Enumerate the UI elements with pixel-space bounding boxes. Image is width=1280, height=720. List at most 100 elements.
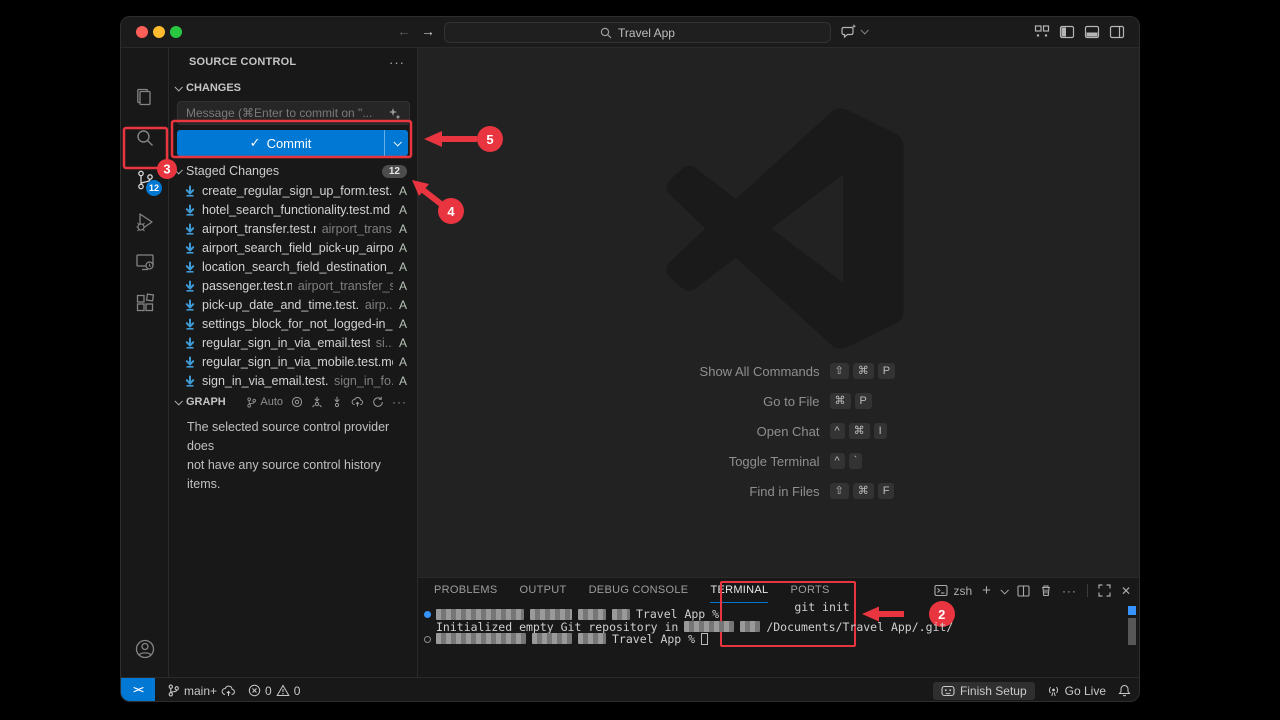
commit-message-input[interactable]: Message (⌘Enter to commit on "... (177, 101, 410, 125)
shortcut-keys: ⇧⌘F (830, 483, 980, 499)
errors-icon (248, 684, 261, 697)
command-decoration-circle (424, 636, 431, 643)
commit-button-label: Commit (267, 136, 312, 151)
staged-file-row[interactable]: regular_sign_in_via_email.test.md si... … (169, 333, 417, 352)
key-cap: I (874, 423, 887, 439)
copilot-menu[interactable] (841, 23, 867, 39)
panel-tab[interactable]: OUTPUT (520, 578, 567, 603)
branch-status-item[interactable]: main+ (167, 684, 236, 698)
git-output-suffix: /Documents/Travel App/.git/ (766, 620, 953, 634)
staged-file-row[interactable]: settings_block_for_not_logged-in_u... A (169, 314, 417, 333)
commit-dropdown-button[interactable] (384, 130, 408, 156)
nav-back-icon[interactable]: ← (397, 23, 411, 39)
minimize-traffic-light[interactable] (153, 26, 165, 38)
file-path-hint: airp... (365, 298, 393, 312)
file-name: sign_in_via_email.test.md (202, 374, 328, 388)
file-status-added: A (399, 184, 407, 198)
refresh-icon[interactable] (372, 396, 384, 408)
staged-file-row[interactable]: regular_sign_in_via_mobile.test.md... A (169, 352, 417, 371)
terminal-cursor (701, 633, 708, 645)
chevron-down-icon (393, 138, 401, 146)
close-panel-icon[interactable]: ✕ (1121, 584, 1131, 598)
go-live-button[interactable]: Go Live (1047, 684, 1106, 698)
file-download-arrow-icon (184, 280, 196, 292)
file-name: regular_sign_in_via_mobile.test.md... (202, 355, 393, 369)
graph-auto-toggle[interactable]: Auto (246, 396, 283, 408)
run-debug-icon[interactable] (133, 210, 157, 234)
problems-status-item[interactable]: 0 0 (248, 684, 300, 698)
staged-file-row[interactable]: pick-up_date_and_time.test.md airp... A (169, 295, 417, 314)
scm-count-badge: 12 (146, 180, 162, 196)
notifications-bell-icon[interactable] (1118, 684, 1131, 698)
graph-section-header[interactable]: GRAPH Auto ··· (169, 392, 417, 412)
vscode-logo-watermark (661, 106, 904, 351)
terminal-overview-mark (1128, 606, 1136, 615)
finish-setup-button[interactable]: Finish Setup (933, 682, 1035, 700)
key-cap: F (878, 483, 895, 499)
cloud-push-icon[interactable] (351, 396, 364, 408)
toggle-primary-sidebar-icon[interactable] (1059, 24, 1075, 40)
search-sidebar-icon[interactable] (133, 126, 157, 150)
file-download-arrow-icon (184, 356, 196, 368)
staged-changes-header[interactable]: Staged Changes 12 (169, 161, 417, 181)
changes-section-header[interactable]: CHANGES (169, 78, 417, 98)
pull-icon[interactable] (331, 396, 343, 408)
graph-more-icon[interactable]: ··· (392, 395, 407, 409)
sparkle-icon[interactable] (388, 107, 401, 120)
close-traffic-light[interactable] (136, 26, 148, 38)
kill-terminal-trash-icon[interactable] (1040, 584, 1052, 597)
file-download-arrow-icon (184, 242, 196, 254)
customize-layout-icon[interactable] (1034, 24, 1050, 40)
remote-explorer-icon[interactable] (133, 250, 157, 274)
more-actions-icon[interactable]: ··· (389, 55, 405, 70)
file-download-arrow-icon (184, 299, 196, 311)
redacted-prompt (578, 633, 606, 644)
search-text: Travel App (618, 26, 675, 40)
staged-file-row[interactable]: create_regular_sign_up_form.test.md A (169, 181, 417, 200)
key-cap: ` (849, 453, 863, 469)
terminal-icon (934, 584, 948, 597)
panel-more-actions-icon[interactable]: ··· (1062, 584, 1077, 598)
redacted-prompt (436, 609, 524, 620)
staged-file-row[interactable]: sign_in_via_email.test.md sign_in_fo... … (169, 371, 417, 390)
search-icon (600, 27, 612, 39)
redacted-prompt (530, 609, 572, 620)
source-control-icon[interactable]: 12 (133, 168, 157, 192)
staged-file-row[interactable]: airport_search_field_pick-up_airpor... A (169, 238, 417, 257)
shortcut-row: Open Chat ^⌘I (580, 420, 980, 442)
file-status-added: A (399, 203, 407, 217)
editor-welcome-area: Show All Commands ⇧⌘P Go to File ⌘P Open… (418, 48, 1140, 577)
commit-button[interactable]: ✓ Commit (177, 130, 408, 156)
chevron-down-icon[interactable] (1000, 586, 1008, 594)
toggle-panel-icon[interactable] (1084, 24, 1100, 40)
file-name: settings_block_for_not_logged-in_u... (202, 317, 393, 331)
file-status-added: A (399, 317, 407, 331)
chevron-down-icon (174, 166, 182, 174)
staged-file-row[interactable]: passenger.test.md airport_transfer_s... … (169, 276, 417, 295)
staged-file-row[interactable]: location_search_field_destination_l... A (169, 257, 417, 276)
explorer-icon[interactable] (133, 86, 157, 110)
terminal-content[interactable]: Travel App % git init 2 Initialized empt… (418, 605, 1123, 675)
panel-tab[interactable]: PROBLEMS (434, 578, 498, 603)
extensions-icon[interactable] (133, 291, 157, 315)
command-center-search[interactable]: Travel App (444, 22, 831, 43)
chevron-down-icon (860, 26, 868, 34)
file-status-added: A (399, 260, 407, 274)
panel-tab[interactable]: DEBUG CONSOLE (589, 578, 689, 603)
staged-file-row[interactable]: airport_transfer.test.md airport_trans..… (169, 219, 417, 238)
maximize-panel-icon[interactable] (1098, 584, 1111, 597)
shell-selector[interactable]: zsh (934, 584, 972, 598)
terminal-scrollbar-thumb[interactable] (1128, 618, 1136, 645)
staged-file-row[interactable]: hotel_search_functionality.test.md A (169, 200, 417, 219)
fetch-icon[interactable] (311, 396, 323, 408)
zoom-traffic-light[interactable] (170, 26, 182, 38)
target-icon[interactable] (291, 396, 303, 408)
file-path-hint: si... (376, 336, 393, 350)
nav-forward-icon[interactable]: → (421, 23, 435, 39)
redacted-prompt (612, 609, 630, 620)
split-terminal-icon[interactable] (1017, 585, 1030, 597)
toggle-secondary-sidebar-icon[interactable] (1109, 24, 1125, 40)
account-icon[interactable] (133, 637, 157, 661)
new-terminal-icon[interactable]: + (982, 582, 991, 599)
remote-indicator[interactable]: >< (121, 678, 155, 702)
